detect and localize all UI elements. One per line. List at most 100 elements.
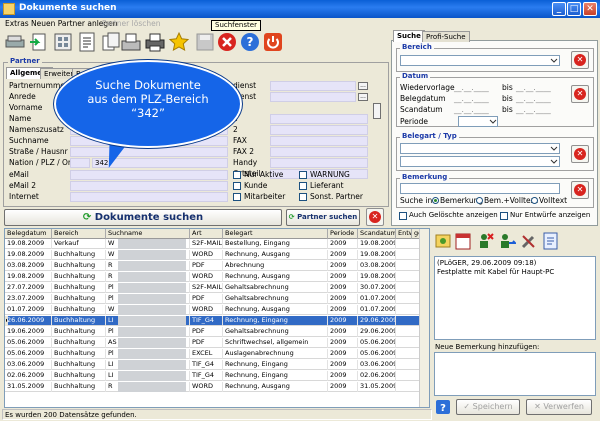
belegart-dropdown-icon[interactable]: [550, 145, 558, 152]
help-icon[interactable]: ?: [239, 31, 261, 53]
telefon-dienst-input[interactable]: [270, 81, 356, 91]
table-row[interactable]: 27.07.2009 Buchhaltung Pl S2F-MAIL Gehaltsab…: [5, 283, 425, 293]
field-scroll-handle[interactable]: [373, 103, 381, 119]
col-suchname[interactable]: Suchname: [106, 229, 190, 239]
partner-clear-button[interactable]: [366, 208, 384, 226]
radio-bem-volltext[interactable]: [476, 197, 483, 204]
tab-suche[interactable]: Suche: [393, 30, 425, 42]
user-forward-icon[interactable]: [498, 230, 516, 252]
scandatum-to-input[interactable]: __.__.____: [516, 105, 551, 114]
table-row[interactable]: 19.08.2009 Buchhaltung R WORD Rechnung, Ausg…: [5, 272, 425, 282]
kunde-checkbox[interactable]: [233, 182, 241, 190]
dokumente-suchen-button[interactable]: ⟳ Dokumente suchen: [4, 209, 282, 226]
lieferant-checkbox[interactable]: [299, 182, 307, 190]
col-bereich[interactable]: Bereich: [52, 229, 106, 239]
edit-note-icon[interactable]: [542, 230, 560, 252]
table-row[interactable]: 01.07.2009 Buchhaltung W WORD Rechnung, Ausg…: [5, 305, 425, 315]
fax-icon[interactable]: [120, 31, 142, 53]
table-row[interactable]: 03.08.2009 Buchhaltung R PDF Abrechnung 2009 0…: [5, 261, 425, 271]
radio-bemerkung[interactable]: [432, 197, 439, 204]
telefon2-privat-input[interactable]: [270, 125, 368, 135]
col-entw[interactable]: Entw: [396, 229, 412, 239]
scandatum-from-input[interactable]: __.__.____: [454, 105, 489, 114]
scanner-icon[interactable]: [4, 31, 26, 53]
typ-dropdown-icon[interactable]: [550, 158, 558, 165]
grid-vertical-scrollbar[interactable]: [419, 229, 429, 407]
document-text-icon[interactable]: [76, 31, 98, 53]
cancel-icon[interactable]: [216, 31, 238, 53]
email2-input[interactable]: [70, 181, 228, 191]
note-help-icon[interactable]: ?: [436, 400, 450, 414]
bereich-dropdown-icon[interactable]: [550, 57, 558, 64]
results-grid[interactable]: Belegdatum Bereich Suchname Art Belegart…: [4, 228, 430, 408]
col-belegdatum[interactable]: Belegdatum: [5, 229, 52, 239]
table-row[interactable]: 03.06.2009 Buchhaltung LI TIF_G4 Rechnung, E…: [5, 360, 425, 370]
auch-geloeschte-checkbox[interactable]: [399, 212, 407, 220]
belegart-select[interactable]: [400, 143, 560, 154]
table-row[interactable]: 19.06.2009 Buchhaltung Pl PDF Gehaltsabrechn…: [5, 327, 425, 337]
note-yellow-icon[interactable]: [434, 230, 452, 252]
telefon-privat-input[interactable]: [270, 114, 368, 124]
menu-partner-loeschen[interactable]: Partner löschen: [102, 19, 160, 28]
nation-input[interactable]: [70, 158, 90, 168]
warnung-checkbox[interactable]: [299, 171, 307, 179]
new-note-input[interactable]: [434, 352, 596, 396]
telefon-dienst-browse-button[interactable]: ...: [358, 82, 368, 90]
telefon2-dienst-input[interactable]: [270, 92, 356, 102]
tools-icon[interactable]: [520, 230, 538, 252]
maximize-button[interactable]: □: [567, 2, 581, 16]
menu-extras[interactable]: Extras: [5, 19, 29, 28]
mitarbeiter-checkbox[interactable]: [233, 193, 241, 201]
table-row[interactable]: 05.06.2009 Buchhaltung AS PDF Schriftwechsel…: [5, 338, 425, 348]
close-button[interactable]: ✕: [583, 2, 597, 16]
user-remove-icon[interactable]: [476, 230, 494, 252]
calendar-icon[interactable]: [454, 230, 472, 252]
col-periode[interactable]: Periode: [328, 229, 358, 239]
nur-entwuerfe-checkbox[interactable]: [500, 212, 508, 220]
nur-aktive-checkbox[interactable]: [233, 171, 241, 179]
belegart-clear-button[interactable]: [571, 145, 589, 163]
tab-profi-suche[interactable]: Profi-Suche: [422, 31, 470, 42]
sonst-partner-checkbox[interactable]: [299, 193, 307, 201]
table-row[interactable]: 31.05.2009 Buchhaltung R WORD Rechnung, Ausg…: [5, 382, 425, 392]
strasse-input[interactable]: [70, 147, 228, 157]
wiedervorlage-to-input[interactable]: __.__.____: [516, 83, 551, 92]
bemerkung-input[interactable]: [400, 183, 560, 194]
exit-power-icon[interactable]: [262, 31, 284, 53]
bereich-select[interactable]: [400, 55, 560, 66]
copy-icon[interactable]: [100, 31, 122, 53]
typ-select[interactable]: [400, 156, 560, 167]
favorite-star-icon[interactable]: [168, 31, 190, 53]
wiedervorlage-from-input[interactable]: __.__.____: [454, 83, 489, 92]
printer-icon[interactable]: [144, 31, 166, 53]
table-row[interactable]: 19.08.2009 Buchhaltung W WORD Rechnung, Ausg…: [5, 250, 425, 260]
belegdatum-to-input[interactable]: __.__.____: [516, 94, 551, 103]
belegdatum-from-input[interactable]: __.__.____: [454, 94, 489, 103]
verwerfen-button[interactable]: ✕ Verwerfen: [526, 399, 592, 415]
handy-input[interactable]: [270, 158, 368, 168]
col-belegart[interactable]: Belegart: [223, 229, 328, 239]
col-art[interactable]: Art: [190, 229, 223, 239]
minimize-button[interactable]: _: [552, 2, 566, 16]
bemerkung-clear-button[interactable]: [571, 181, 589, 199]
import-icon[interactable]: [28, 31, 50, 53]
radio-volltext[interactable]: [531, 197, 538, 204]
speichern-button[interactable]: ✓ Speichern: [456, 399, 520, 415]
bereich-clear-button[interactable]: [571, 51, 589, 69]
telefon2-dienst-browse-button[interactable]: ...: [358, 93, 368, 101]
table-row[interactable]: 23.07.2009 Buchhaltung Pl PDF Gehaltsabrechn…: [5, 294, 425, 304]
email-input[interactable]: [70, 170, 228, 180]
table-row[interactable]: 02.06.2009 Buchhaltung LI TIF_G4 Rechnung, E…: [5, 371, 425, 381]
document-grid-icon[interactable]: [52, 31, 74, 53]
table-row[interactable]: 05.06.2009 Buchhaltung Pl EXCEL Auslagenabre…: [5, 349, 425, 359]
datum-clear-button[interactable]: [571, 85, 589, 103]
save-disk-icon[interactable]: [194, 31, 216, 53]
col-scandatum[interactable]: Scandatum: [358, 229, 396, 239]
table-row[interactable]: 26.06.2009 Buchhaltung LI TIF_G4 Rechnung, E…: [5, 316, 425, 326]
fax-input[interactable]: [270, 136, 368, 146]
partner-suchen-button[interactable]: ⟳ Partner suchen: [286, 209, 360, 226]
periode-dropdown-icon[interactable]: [489, 118, 497, 125]
internet-input[interactable]: [70, 192, 228, 202]
fax2-input[interactable]: [270, 147, 368, 157]
table-row[interactable]: 19.08.2009 Verkauf W S2F-MAIL Bestellung, Ei…: [5, 239, 425, 249]
